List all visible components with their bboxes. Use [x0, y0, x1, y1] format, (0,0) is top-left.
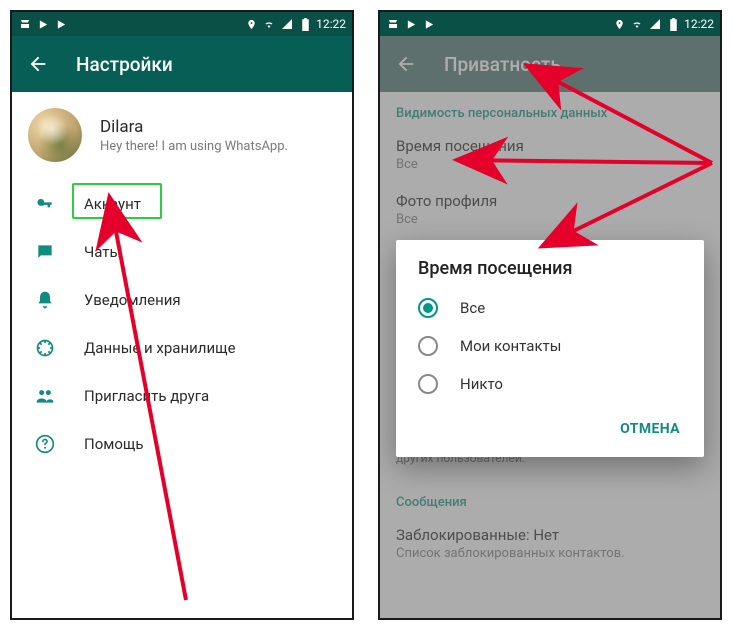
battery-icon — [298, 17, 312, 31]
status-bar: 12:22 — [12, 12, 352, 36]
radio-icon — [418, 336, 438, 356]
chat-icon — [34, 241, 56, 263]
privacy-body: Приватность Видимость персональных данны… — [380, 36, 720, 618]
profile-name: Dilara — [100, 117, 288, 137]
bell-icon — [34, 289, 56, 311]
shop-icon — [386, 17, 400, 31]
battery-icon — [666, 17, 680, 31]
radio-option-nobody[interactable]: Никто — [396, 365, 704, 403]
play-icon — [54, 17, 68, 31]
settings-item-help[interactable]: Помощь — [12, 420, 352, 468]
key-icon — [34, 193, 56, 215]
play-icon — [422, 17, 436, 31]
phone-privacy: 12:22 Приватность Видимость персональных… — [378, 10, 722, 620]
radio-label: Никто — [460, 375, 503, 393]
play-icon — [404, 17, 418, 31]
settings-item-label: Помощь — [84, 435, 144, 453]
settings-item-label: Чаты — [84, 243, 121, 261]
radio-label: Мои контакты — [460, 337, 561, 355]
wifi-icon — [262, 17, 276, 31]
wifi-icon — [630, 17, 644, 31]
location-icon — [244, 17, 258, 31]
header: Настройки — [12, 36, 352, 92]
radio-icon — [418, 298, 438, 318]
settings-item-account[interactable]: Аккаунт — [12, 180, 352, 228]
status-time: 12:22 — [316, 17, 346, 31]
radio-label: Все — [460, 299, 485, 317]
location-icon — [612, 17, 626, 31]
status-bar: 12:22 — [380, 12, 720, 36]
shop-icon — [18, 17, 32, 31]
settings-item-label: Данные и хранилище — [84, 339, 236, 357]
status-time: 12:22 — [684, 17, 714, 31]
dialog-last-seen: Время посещения Все Мои контакты Никто О… — [396, 240, 704, 457]
radio-option-contacts[interactable]: Мои контакты — [396, 327, 704, 365]
back-button[interactable] — [26, 52, 50, 76]
dialog-cancel-button[interactable]: ОТМЕНА — [610, 413, 690, 445]
settings-item-chats[interactable]: Чаты — [12, 228, 352, 276]
data-icon — [34, 337, 56, 359]
avatar — [28, 108, 82, 162]
profile-status: Hey there! I am using WhatsApp. — [100, 139, 288, 154]
signal-icon — [280, 17, 294, 31]
signal-icon — [648, 17, 662, 31]
settings-item-invite[interactable]: Пригласить друга — [12, 372, 352, 420]
settings-list: Аккаунт Чаты Уведомления Данные и хранил… — [12, 180, 352, 468]
help-icon — [34, 433, 56, 455]
radio-icon — [418, 374, 438, 394]
header-title: Настройки — [76, 53, 173, 76]
phone-settings: 12:22 Настройки Dilara Hey there! I am u… — [10, 10, 354, 620]
radio-option-everyone[interactable]: Все — [396, 289, 704, 327]
profile-row[interactable]: Dilara Hey there! I am using WhatsApp. — [12, 92, 352, 180]
settings-item-label: Аккаунт — [84, 195, 141, 213]
people-icon — [34, 385, 56, 407]
dialog-title: Время посещения — [396, 258, 704, 289]
settings-item-label: Уведомления — [84, 291, 181, 309]
settings-item-label: Пригласить друга — [84, 387, 209, 405]
settings-item-data[interactable]: Данные и хранилище — [12, 324, 352, 372]
settings-item-notifications[interactable]: Уведомления — [12, 276, 352, 324]
play-icon — [36, 17, 50, 31]
